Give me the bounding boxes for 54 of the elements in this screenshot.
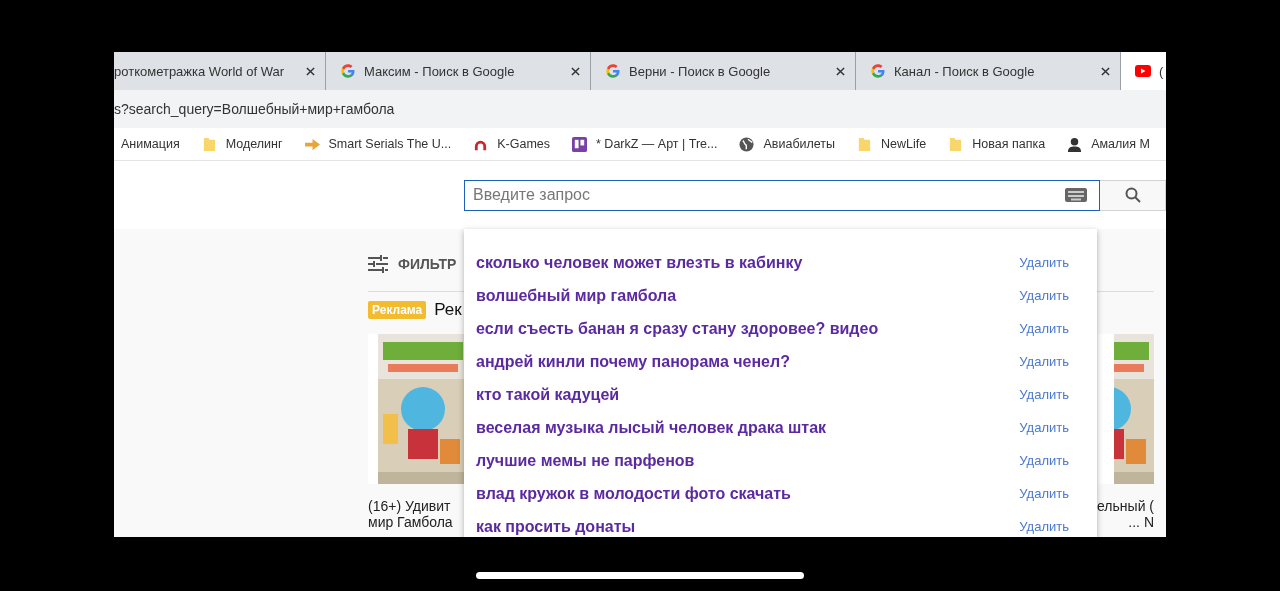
- search-field[interactable]: Введите запрос: [464, 179, 1100, 211]
- suggestion[interactable]: волшебный мир гамбола: [476, 286, 677, 305]
- suggestion[interactable]: если съесть банан я сразу стану здоровее? видео: [476, 319, 879, 338]
- avatar-icon: [1067, 136, 1083, 152]
- suggestion[interactable]: лучшие мемы не парфенов: [476, 451, 695, 470]
- google-icon: [340, 63, 356, 79]
- remove-link[interactable]: Удалить: [1019, 420, 1069, 435]
- bookmark[interactable]: NewLife: [857, 136, 927, 152]
- remove-link[interactable]: Удалить: [1019, 255, 1069, 270]
- bookmark[interactable]: Моделинг: [201, 136, 283, 152]
- search-icon: [1124, 187, 1141, 203]
- board-icon: [572, 136, 588, 152]
- product-caption[interactable]: ... N: [1128, 514, 1154, 530]
- google-icon: [870, 63, 886, 79]
- browser-tab[interactable]: (: [1121, 52, 1166, 90]
- bookmark[interactable]: K-Games: [473, 136, 551, 152]
- remove-link[interactable]: Удалить: [1019, 519, 1069, 534]
- folder-icon: [948, 136, 964, 152]
- close-icon[interactable]: [306, 66, 315, 76]
- bookmark[interactable]: * DarkZ — Арт | Tre...: [572, 136, 718, 152]
- suggestion[interactable]: кто такой кадуцей: [476, 385, 620, 404]
- globe-icon: [739, 136, 755, 152]
- bookmark[interactable]: Новая папка: [948, 136, 1046, 152]
- ad-badge: Реклама: [368, 301, 427, 319]
- close-icon[interactable]: [571, 66, 580, 76]
- remove-link[interactable]: Удалить: [1019, 354, 1069, 369]
- suggestion[interactable]: андрей кинли почему панорама ченел?: [476, 352, 790, 371]
- folder-icon: [857, 136, 873, 152]
- remove-link[interactable]: Удалить: [1019, 486, 1069, 501]
- keyboard-icon[interactable]: [1065, 188, 1087, 202]
- ad-title: Рек: [434, 300, 462, 320]
- video-icon: [1135, 63, 1151, 79]
- bookmark[interactable]: Авиабилеты: [739, 136, 836, 152]
- close-icon[interactable]: [1101, 66, 1110, 76]
- remove-link[interactable]: Удалить: [1019, 321, 1069, 336]
- address-bar[interactable]: s?search_query=Волшебный+мир+гамбола: [114, 101, 395, 117]
- bookmark[interactable]: Smart Serials The U...: [304, 136, 452, 152]
- search-button[interactable]: [1100, 179, 1166, 211]
- suggestion[interactable]: сколько человек может влезть в кабинку: [476, 253, 803, 272]
- suggestion[interactable]: как просить донаты: [476, 517, 636, 536]
- remove-link[interactable]: Удалить: [1019, 288, 1069, 303]
- bookmark[interactable]: Анимация: [121, 137, 180, 151]
- remove-link[interactable]: Удалить: [1019, 453, 1069, 468]
- suggestion[interactable]: влад кружок в молодости фото скачать: [476, 484, 791, 503]
- folder-icon: [201, 136, 217, 152]
- suggestion[interactable]: веселая музыка лысый человек драка штак: [476, 418, 827, 437]
- filter-label[interactable]: ФИЛЬТР: [398, 256, 457, 272]
- close-icon[interactable]: [836, 66, 845, 76]
- search-input[interactable]: Введите запрос: [471, 185, 1065, 205]
- google-icon: [605, 63, 621, 79]
- remove-link[interactable]: Удалить: [1019, 387, 1069, 402]
- filter-icon[interactable]: [368, 255, 388, 273]
- product-caption[interactable]: ельный (: [1097, 498, 1154, 514]
- bookmark[interactable]: Амалия М: [1067, 136, 1150, 152]
